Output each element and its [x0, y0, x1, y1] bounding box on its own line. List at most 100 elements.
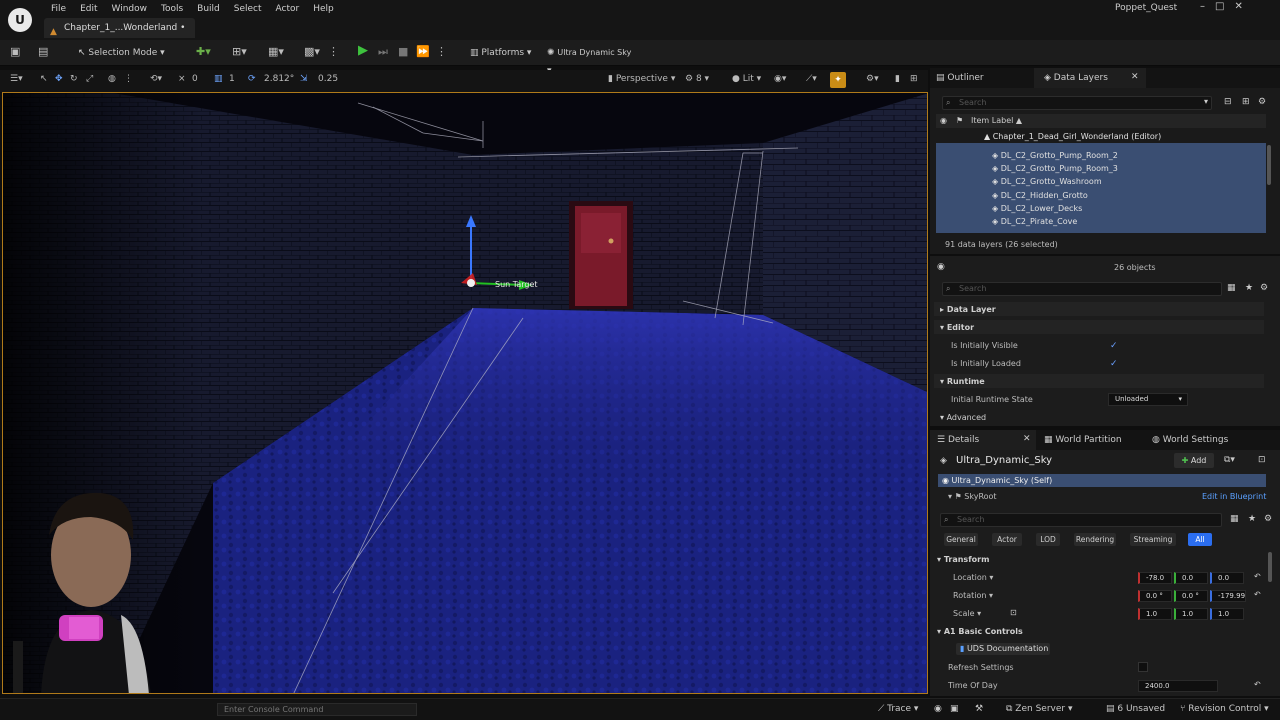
scale-x[interactable]: 1.0 — [1138, 608, 1172, 620]
save-icon[interactable]: ▣ — [10, 45, 20, 58]
scale-snap-icon[interactable]: ⇲ — [300, 74, 308, 84]
add-component-button[interactable]: ✚ Add — [1174, 453, 1214, 468]
scale-tool-icon[interactable]: ⤢ — [86, 74, 93, 84]
blueprint-options-icon[interactable]: ⧉▾ — [1224, 455, 1235, 465]
perspective-dropdown[interactable]: ▮ Perspective ▾ — [608, 74, 675, 84]
play-icon[interactable]: ▶ — [358, 43, 368, 58]
table-view-icon[interactable]: ▦ — [1227, 283, 1236, 293]
grid-snap-icon[interactable]: ▥ — [214, 74, 223, 84]
tree-row[interactable]: ◈ DL_C2_Hidden_Grotto — [938, 189, 1266, 202]
favorite-star-icon[interactable]: ★ — [1248, 514, 1256, 524]
category-actor[interactable]: Actor — [992, 533, 1022, 546]
menu-window[interactable]: Window — [105, 2, 155, 16]
screenshot-icon[interactable]: ▣ — [950, 704, 959, 714]
initially-loaded-checkbox[interactable]: ✓ — [1110, 359, 1120, 369]
unsaved-button[interactable]: ▤ 6 Unsaved — [1106, 704, 1165, 714]
location-x[interactable]: -78.0 — [1138, 572, 1172, 584]
eject-icon[interactable]: ⏩ — [416, 45, 430, 58]
rotation-y[interactable]: 0.0 ° — [1174, 590, 1208, 602]
surface-snap-icon[interactable]: ⟲▾ — [150, 74, 162, 84]
menu-edit[interactable]: Edit — [73, 2, 104, 16]
tab-world-settings[interactable]: ◍ World Settings — [1152, 435, 1228, 445]
menu-select[interactable]: Select — [227, 2, 269, 16]
modes-icon[interactable]: ▩▾ — [304, 45, 320, 58]
tree-row[interactable]: ◈ DL_C2_Lower_Decks — [938, 202, 1266, 215]
reset-location-icon[interactable]: ↶ — [1254, 572, 1261, 581]
minimize-button[interactable]: – — [1200, 1, 1205, 12]
world-space-icon[interactable]: ◍ — [108, 74, 116, 84]
platforms-dropdown[interactable]: ▥ Platforms ▾ — [470, 44, 534, 62]
revision-control-button[interactable]: ⑂ Revision Control ▾ — [1180, 704, 1269, 714]
lit-dropdown[interactable]: ● Lit ▾ — [732, 74, 761, 84]
scale-snap-value[interactable]: 0.25 — [318, 74, 338, 84]
category-all[interactable]: All — [1188, 533, 1212, 546]
favorite-star-icon[interactable]: ★ — [1245, 283, 1253, 293]
menu-help[interactable]: Help — [306, 2, 341, 16]
tree-row[interactable]: ◈ DL_C2_Grotto_Pump_Room_2 — [938, 149, 1266, 162]
advanced-section-header[interactable]: ▾ Advanced — [940, 413, 986, 422]
tree-scrollbar[interactable] — [1267, 145, 1271, 185]
performance-icon[interactable]: ⟋▾ — [806, 74, 817, 84]
add-layer-icon[interactable]: ⊞ — [1242, 97, 1250, 107]
lock-scale-icon[interactable]: ⊡ — [1010, 608, 1017, 617]
play-options-icon[interactable]: ⋮ — [436, 45, 447, 58]
details-scrollbar[interactable] — [1268, 552, 1272, 582]
grid-angle-value[interactable]: 0 — [192, 74, 198, 84]
grid-angle-icon[interactable]: ⨯ — [178, 74, 186, 84]
menu-tools[interactable]: Tools — [154, 2, 190, 16]
location-dropdown[interactable]: Location ▾ — [953, 573, 993, 582]
tree-row[interactable]: ◈ DL_C2_Pirate_Cove — [938, 215, 1266, 228]
menu-file[interactable]: File — [44, 2, 73, 16]
close-tab-icon[interactable]: ✕ — [1131, 72, 1139, 82]
filter-icon[interactable]: ⊟ — [1224, 97, 1232, 107]
transform-options-icon[interactable]: ⋮ — [124, 74, 133, 84]
content-browser-icon[interactable]: ▤ — [38, 45, 48, 58]
selection-mode-dropdown[interactable]: ↖ Selection Mode ▾ — [78, 44, 168, 62]
fov-dropdown[interactable]: ⚙ 8 ▾ — [685, 74, 709, 84]
tab-world-partition[interactable]: ▦ World Partition — [1044, 435, 1122, 445]
tree-row[interactable]: ◈ DL_C2_Grotto_Washroom — [938, 175, 1266, 188]
category-streaming[interactable]: Streaming — [1130, 533, 1176, 546]
menu-actor[interactable]: Actor — [269, 2, 307, 16]
reset-rotation-icon[interactable]: ↶ — [1254, 590, 1261, 599]
refresh-settings-checkbox[interactable] — [1138, 662, 1148, 672]
basic-controls-section-header[interactable]: ▾ A1 Basic Controls — [937, 627, 1023, 636]
uds-documentation-button[interactable]: ▮ UDS Documentation — [956, 643, 1050, 655]
runtime-state-dropdown[interactable]: Unloaded ▾ — [1108, 393, 1188, 406]
rotation-dropdown[interactable]: Rotation ▾ — [953, 591, 993, 600]
scale-z[interactable]: 1.0 — [1210, 608, 1244, 620]
blueprint-icon[interactable]: ⊞▾ — [232, 45, 247, 58]
maximize-viewport-icon[interactable]: ⊞ — [910, 74, 918, 84]
sky-quick-button[interactable]: ✺ Ultra Dynamic Sky ▾ — [547, 44, 637, 76]
reset-time-icon[interactable]: ↶ — [1254, 680, 1261, 689]
select-tool-icon[interactable]: ↖ — [40, 74, 48, 84]
rotate-tool-icon[interactable]: ↻ — [70, 74, 78, 84]
eye-icon[interactable]: ◉ — [940, 116, 947, 125]
tree-row[interactable]: ◈ DL_C2_Grotto_Pump_Room_3 — [938, 162, 1266, 175]
skip-frame-icon[interactable]: ⏭ — [378, 45, 388, 59]
item-label-header[interactable]: Item Label ▲ — [971, 116, 1022, 125]
component-row-skyroot[interactable]: ▾ ⚑ SkyRoot — [948, 492, 997, 501]
scale-y[interactable]: 1.0 — [1174, 608, 1208, 620]
time-of-day-field[interactable]: 2400.0 — [1138, 680, 1218, 692]
transform-section-header[interactable]: ▾ Transform — [937, 555, 989, 564]
add-actor-icon[interactable]: ✚▾ — [196, 45, 211, 58]
scale-dropdown[interactable]: Scale ▾ — [953, 609, 981, 618]
pin-icon[interactable]: ⚑ — [956, 116, 963, 125]
data-layers-search[interactable]: ⌕ Search — [942, 96, 1212, 110]
tab-outliner[interactable]: ▤ Outliner — [936, 73, 984, 83]
level-viewport[interactable]: Sun Target — [2, 92, 928, 694]
editor-section[interactable] — [934, 320, 1264, 334]
tree-row-root[interactable]: ▲ Chapter_1_Dead_Girl_Wonderland (Editor… — [938, 130, 1266, 143]
chevron-down-icon[interactable]: ▾ — [1204, 97, 1208, 106]
rotation-snap-icon[interactable]: ⟳ — [248, 74, 256, 84]
grid-snap-value[interactable]: 1 — [229, 74, 235, 84]
initially-visible-checkbox[interactable]: ✓ — [1110, 341, 1120, 351]
edit-in-blueprint-link[interactable]: Edit in Blueprint — [1202, 492, 1266, 501]
menu-build[interactable]: Build — [190, 2, 227, 16]
level-document-tab[interactable]: ▲ Chapter_1_...Wonderland • — [44, 18, 196, 38]
category-rendering[interactable]: Rendering — [1074, 533, 1116, 546]
zen-server-button[interactable]: ⧉ Zen Server ▾ — [1006, 704, 1072, 714]
settings-icon[interactable]: ⚙ — [1258, 97, 1266, 107]
lock-icon[interactable]: ⊡ — [1258, 455, 1266, 465]
